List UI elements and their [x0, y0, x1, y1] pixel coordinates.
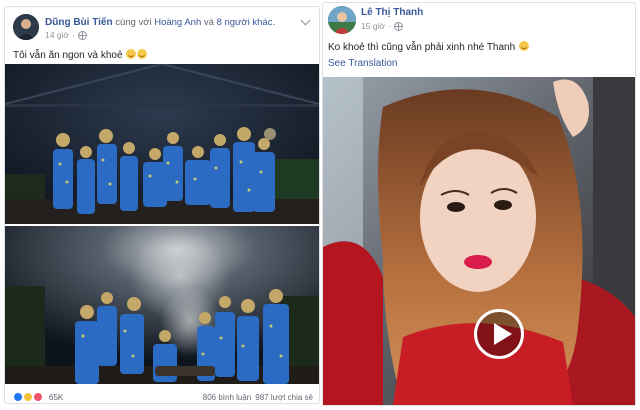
author-name[interactable]: Lê Thị Thanh	[361, 7, 423, 18]
love-reaction-icon	[33, 392, 43, 402]
like-reaction-icon	[13, 392, 23, 402]
and-text: và	[203, 17, 214, 28]
tagged-others[interactable]: 8 người khác.	[217, 17, 276, 28]
post-photo-2[interactable]	[5, 226, 319, 384]
tagged-user[interactable]: Hoàng Anh	[154, 17, 201, 28]
post-video[interactable]	[323, 77, 635, 405]
post-meta: 14 giờ ·	[45, 30, 87, 40]
post-header: Lê Thị Thanh	[361, 7, 423, 18]
reaction-summary[interactable]: 65K	[13, 392, 63, 402]
post-text: Tôi vẫn ăn ngon và khoẻ	[13, 49, 148, 61]
engagement-stats: 806 bình luận 987 lượt chia sẻ	[203, 393, 313, 402]
right-post: Lê Thị Thanh 15 giờ · Ko khoẻ thì cũng v…	[322, 2, 636, 406]
timestamp[interactable]: 15 giờ	[361, 21, 385, 31]
see-translation-link[interactable]: See Translation	[328, 58, 398, 69]
grinning-face-icon	[126, 49, 137, 59]
grinning-face-icon	[137, 49, 148, 59]
post-photo-1[interactable]	[5, 64, 319, 224]
post-meta: 15 giờ ·	[361, 21, 403, 31]
globe-icon	[77, 30, 87, 40]
shares-count[interactable]: 987 lượt chia sẻ	[255, 393, 313, 402]
avatar[interactable]	[13, 14, 39, 40]
haha-reaction-icon	[23, 392, 33, 402]
comments-count[interactable]: 806 bình luận	[203, 393, 252, 402]
author-name[interactable]: Dũng Bùi Tiến	[45, 17, 113, 28]
timestamp[interactable]: 14 giờ	[45, 30, 69, 40]
play-icon[interactable]	[474, 309, 524, 359]
left-post: Dũng Bùi Tiến cùng với Hoàng Anh và 8 ng…	[4, 6, 320, 404]
post-header: Dũng Bùi Tiến cùng với Hoàng Anh và 8 ng…	[45, 17, 275, 28]
chevron-down-icon[interactable]	[300, 15, 311, 26]
smiling-face-icon	[518, 41, 529, 51]
reactions-count: 65K	[49, 392, 64, 402]
avatar[interactable]	[328, 6, 356, 34]
globe-icon	[393, 21, 403, 31]
with-text: cùng với	[115, 17, 152, 28]
post-text: Ko khoẻ thì cũng vẫn phải xinh nhé Thanh	[328, 41, 529, 53]
